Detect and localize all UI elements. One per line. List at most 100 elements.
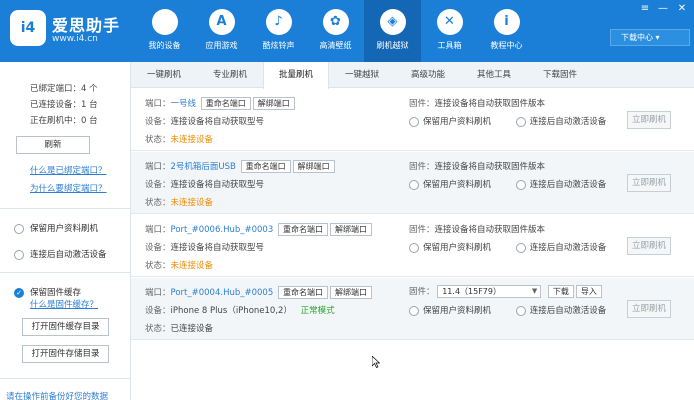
what-is-firmware-cache-link[interactable]: 什么是固件缓存？ [30,298,98,310]
top-bar: i4 爱思助手 www.i4.cn 我的设备 A 应用游戏 ♪ 酷炫铃声 ✿ 高… [0,0,694,62]
device-mode: 正常模式 [300,306,335,316]
port-options: 保留用户资料刷机 连接后自动激活设备 [409,241,606,253]
radio-icon[interactable] [409,242,419,253]
download-center-button[interactable]: 下载中心 ▾ [610,29,690,46]
radio-icon[interactable] [409,116,419,127]
port-name: 一号线 [170,99,197,109]
port-row: 端口：Port_#0006.Hub_#0003 重命名端口 解绑端口 设备：连接设… [131,215,694,277]
nav-flash-jailbreak[interactable]: ◈ 刷机越狱 [364,0,421,62]
nav-label: 教程中心 [490,41,523,50]
device-model: iPhone 8 Plus（iPhone10,2） [170,306,292,316]
radio-icon[interactable] [409,305,419,316]
close-icon[interactable]: ✕ [675,3,689,15]
box-icon: ◈ [379,9,406,35]
menu-icon[interactable]: ≡ [638,3,652,15]
auto-activate-label: 连接后自动激活设备 [529,180,607,190]
mouse-cursor-icon [372,356,380,368]
nav-wallpapers[interactable]: ✿ 高清壁纸 [307,0,364,62]
rename-port-button[interactable]: 重命名端口 [277,223,328,236]
auto-activate-label: 连接后自动激活设备 [529,243,607,253]
unbind-port-button[interactable]: 解绑端口 [329,286,372,299]
minimize-icon[interactable]: — [656,3,670,15]
auto-activate-label: 连接后自动激活设备 [529,117,607,127]
nav-label: 我的设备 [148,41,181,50]
app-store-icon: A [208,9,235,35]
flash-now-button[interactable]: 立即刷机 [627,111,671,129]
radio-icon[interactable] [14,223,24,234]
device-line: 设备：连接设备将自动获取型号 [145,117,265,127]
tab-advanced[interactable]: 高级功能 [395,62,461,88]
flash-now-button[interactable]: 立即刷机 [627,174,671,192]
rename-port-button[interactable]: 重命名端口 [277,286,328,299]
refresh-button[interactable]: 刷新 [16,136,90,154]
tab-batch-flash[interactable]: 批量刷机 [263,62,329,89]
device-model: 连接设备将自动获取型号 [170,117,265,127]
nav-ringtones[interactable]: ♪ 酷炫铃声 [250,0,307,62]
why-bind-port-link[interactable]: 为什么要绑定端口？ [30,182,107,194]
check-icon[interactable]: ✓ [14,287,24,298]
bell-icon: ♪ [265,9,292,35]
radio-icon[interactable] [515,305,526,316]
keep-data-label: 保留用户资料刷机 [423,180,492,190]
radio-icon[interactable] [515,116,526,127]
device-status: 未连接设备 [170,261,214,271]
nav-label: 酷炫铃声 [262,41,295,50]
i4-logo: i4 [10,10,46,46]
keep-data-label: 保留用户资料刷机 [423,306,492,316]
status-line: 状态：未连接设备 [145,261,214,271]
keep-firmware-cache-option[interactable]: ✓ 保留固件缓存 [14,286,81,298]
bound-ports-count: 已绑定端口：4 个 [30,84,98,94]
auto-activate-label: 连接后自动激活设备 [529,306,607,316]
status-line: 状态：未连接设备 [145,198,214,208]
nav-my-device[interactable]: 我的设备 [136,0,193,62]
firmware-line: 固件：连接设备将自动获取固件版本 [409,99,546,109]
tools-icon: ✕ [436,9,463,35]
tab-other-tools[interactable]: 其他工具 [461,62,527,88]
rename-port-button[interactable]: 重命名端口 [240,160,291,173]
firmware-select[interactable]: 11.4（15F79） ▼ [437,285,542,298]
auto-activate-option[interactable]: 连接后自动激活设备 [14,248,107,260]
firmware-version: 连接设备将自动获取固件版本 [434,99,546,109]
tab-download-firmware[interactable]: 下载固件 [527,62,593,88]
port-options: 保留用户资料刷机 连接后自动激活设备 [409,178,606,190]
keep-data-label: 保留用户资料刷机 [423,243,492,253]
open-cache-folder-button[interactable]: 打开固件缓存目录 [22,318,109,336]
port-row: 端口：2号机箱后面USB 重命名端口 解绑端口 设备：连接设备将自动获取型号 状态… [131,152,694,214]
open-firmware-folder-button[interactable]: 打开固件存储目录 [22,345,109,363]
nav-toolbox[interactable]: ✕ 工具箱 [421,0,478,62]
tab-one-click-jailbreak[interactable]: 一键越狱 [329,62,395,88]
nav-label: 刷机越狱 [376,41,409,50]
firmware-version: 连接设备将自动获取固件版本 [434,225,546,235]
unbind-port-button[interactable]: 解绑端口 [252,97,295,110]
tab-one-click-flash[interactable]: 一键刷机 [131,62,197,88]
radio-icon[interactable] [515,179,526,190]
nav-apps[interactable]: A 应用游戏 [193,0,250,62]
unbind-port-button[interactable]: 解绑端口 [292,160,335,173]
option-label: 连接后自动激活设备 [30,250,107,260]
divider [0,378,131,379]
rename-port-button[interactable]: 重命名端口 [200,97,251,110]
status-line: 状态：未连接设备 [145,135,214,145]
firmware-line: 固件：连接设备将自动获取固件版本 [409,225,546,235]
radio-icon[interactable] [515,242,526,253]
option-label: 保留固件缓存 [30,288,82,298]
port-name: Port_#0006.Hub_#0003 [170,225,274,235]
nav-label: 应用游戏 [205,41,238,50]
port-line: 端口：一号线 重命名端口 解绑端口 [145,97,295,110]
flower-icon: ✿ [322,9,349,35]
nav-tutorials[interactable]: i 教程中心 [478,0,535,62]
radio-icon[interactable] [14,249,24,260]
keep-data-option[interactable]: 保留用户资料刷机 [14,222,98,234]
tab-pro-flash[interactable]: 专业刷机 [197,62,263,88]
port-line: 端口：Port_#0006.Hub_#0003 重命名端口 解绑端口 [145,223,372,236]
what-is-bound-port-link[interactable]: 什么是已绑定端口？ [30,164,107,176]
flash-now-button[interactable]: 立即刷机 [627,237,671,255]
radio-icon[interactable] [409,179,419,190]
flash-now-button[interactable]: 立即刷机 [627,300,671,318]
info-icon: i [493,9,520,35]
status-line: 状态：已连接设备 [145,324,214,334]
import-firmware-button[interactable]: 导入 [575,285,602,298]
unbind-port-button[interactable]: 解绑端口 [329,223,372,236]
device-line: 设备：连接设备将自动获取型号 [145,243,265,253]
download-firmware-button[interactable]: 下载 [547,285,574,298]
